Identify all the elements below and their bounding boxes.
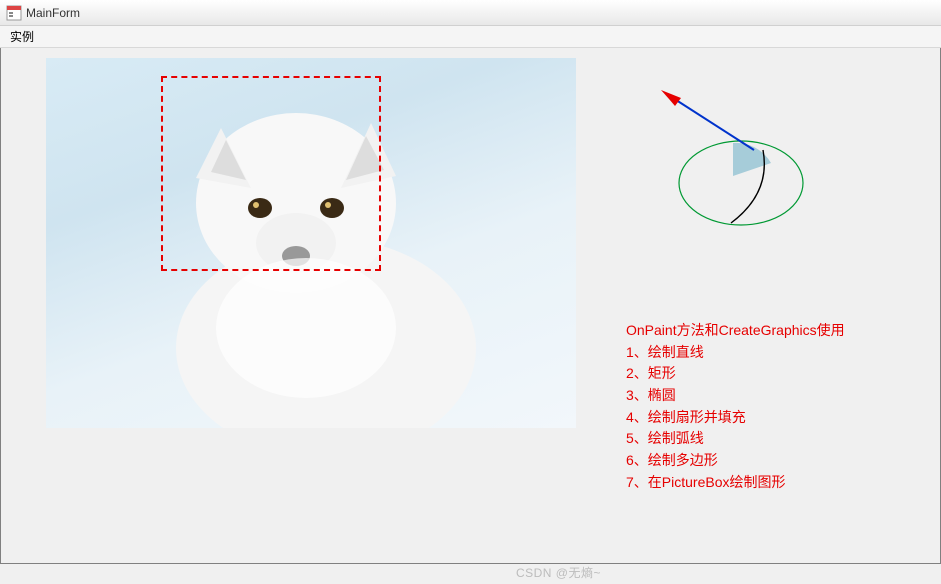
window-title: MainForm [26, 6, 80, 20]
instruction-line: 5、绘制弧线 [626, 428, 845, 450]
instructions-heading: OnPaint方法和CreateGraphics使用 [626, 320, 845, 342]
menu-item-instance[interactable]: 实例 [0, 25, 44, 48]
picturebox [46, 58, 576, 428]
instruction-line: 2、矩形 [626, 363, 845, 385]
instruction-line: 4、绘制扇形并填充 [626, 407, 845, 429]
graphics-drawing-area [641, 88, 841, 268]
dashed-rectangle-overlay [161, 76, 381, 271]
form-icon [6, 5, 22, 21]
instruction-line: 3、椭圆 [626, 385, 845, 407]
drawn-arrowhead-polygon [661, 90, 681, 106]
instruction-line: 7、在PictureBox绘制图形 [626, 472, 845, 494]
watermark-text: CSDN @无熵~ [516, 564, 601, 581]
drawn-line [673, 98, 754, 150]
instructions-text: OnPaint方法和CreateGraphics使用 1、绘制直线 2、矩形 3… [626, 320, 845, 494]
client-area: OnPaint方法和CreateGraphics使用 1、绘制直线 2、矩形 3… [0, 48, 941, 564]
menubar: 实例 [0, 26, 941, 48]
titlebar: MainForm [0, 0, 941, 26]
instruction-line: 1、绘制直线 [626, 342, 845, 364]
instruction-line: 6、绘制多边形 [626, 450, 845, 472]
